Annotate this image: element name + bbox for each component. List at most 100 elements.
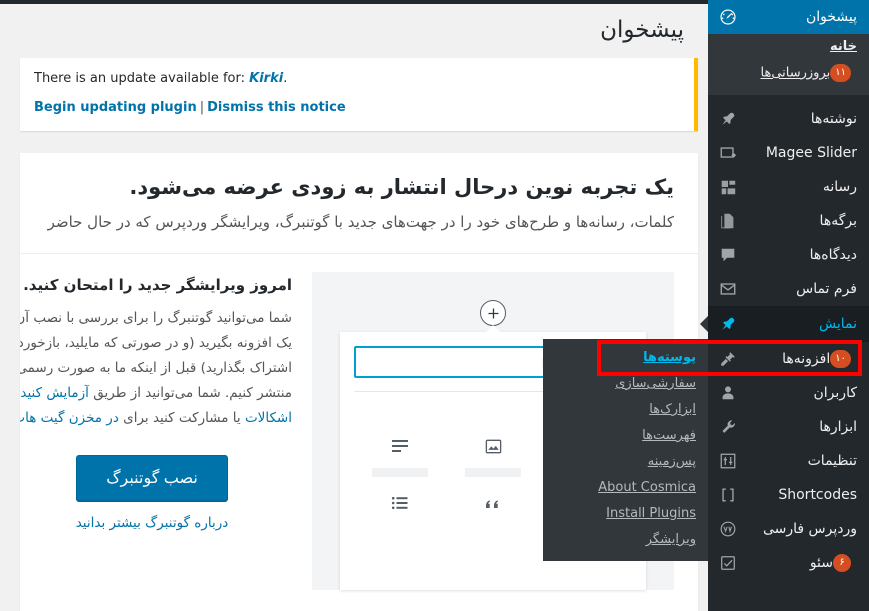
plugins-badge: ۱۰ bbox=[830, 350, 851, 368]
bugs-link[interactable]: اشکالات bbox=[245, 410, 292, 426]
sidebar-item-wp-persian[interactable]: وردپرس فارسی bbox=[708, 512, 869, 546]
sidebar-item-settings[interactable]: تنظیمات bbox=[708, 444, 869, 478]
body-line-2: یک افزونه بگیرید (و در صورتی که مایلید، … bbox=[20, 335, 292, 352]
appearance-flyout-submenu: پوسته‌ها سفارشی‌سازی ابزارک‌ها فهرست‌ها … bbox=[543, 339, 708, 561]
sidebar-item-plugins[interactable]: ۱۰افزونه‌ها bbox=[708, 342, 869, 376]
updates-badge: ۱۱ bbox=[830, 64, 851, 82]
shortcodes-icon bbox=[718, 485, 738, 505]
pin-icon bbox=[718, 109, 738, 129]
notice-separator: | bbox=[199, 99, 205, 115]
page-header: پیشخوان bbox=[0, 4, 708, 58]
sidebar-item-label: نوشته‌ها bbox=[810, 111, 857, 127]
slider-icon bbox=[718, 143, 738, 163]
tools-icon bbox=[718, 417, 738, 437]
comments-icon bbox=[718, 245, 738, 265]
sidebar-item-users[interactable]: کاربران bbox=[708, 376, 869, 410]
block-cell[interactable] bbox=[354, 491, 447, 534]
sidebar-item-seo[interactable]: ۶سئو bbox=[708, 546, 869, 580]
github-repo-link[interactable]: در مخزن گیت هاب bbox=[20, 410, 119, 426]
update-notice: . There is an update available for: Kirki… bbox=[20, 58, 698, 131]
list-block-icon bbox=[390, 491, 410, 515]
submenu-item-home[interactable]: خانه bbox=[708, 34, 869, 59]
panel-cta: نصب گوتنبرگ درباره گوتنبرگ بیشتر بدانید bbox=[20, 455, 292, 531]
learn-more-link[interactable]: درباره گوتنبرگ بیشتر بدانید bbox=[20, 515, 292, 531]
dashboard-submenu: خانه ۱۱بروزرسانی‌ها bbox=[708, 34, 869, 95]
block-label-bar bbox=[465, 468, 522, 478]
body-line-3: اشتراک بگذارید) قبل از اینکه ما به صورت … bbox=[20, 360, 292, 377]
add-block-icon[interactable] bbox=[480, 300, 506, 327]
sidebar-item-label: نمایش bbox=[818, 316, 857, 332]
users-icon bbox=[718, 383, 738, 403]
sidebar-item-label: پیشخوان bbox=[805, 9, 857, 25]
plugins-label-text: افزونه‌ها bbox=[782, 351, 831, 367]
quote-block-icon bbox=[483, 491, 503, 515]
block-label-bar bbox=[372, 468, 429, 478]
body-line-5-mid: یا مشارکت کنید برای bbox=[118, 410, 245, 427]
page-title: پیشخوان bbox=[600, 17, 684, 44]
sidebar-item-magee-slider[interactable]: Magee Slider bbox=[708, 136, 869, 170]
settings-icon bbox=[718, 451, 738, 471]
sidebar-item-label: ۶سئو bbox=[738, 554, 857, 572]
panel-subheading: کلمات، رسانه‌ها و طرح‌های خود را در جهت‌… bbox=[47, 212, 674, 231]
try-it-link[interactable]: آزمایش کنید bbox=[20, 385, 89, 401]
panel-body-text: شما می‌توانید گوتنبرگ را برای بررسی با ن… bbox=[20, 306, 292, 431]
install-gutenberg-button[interactable]: نصب گوتنبرگ bbox=[76, 455, 228, 502]
seo-badge: ۶ bbox=[833, 554, 851, 572]
sidebar-item-contact-form[interactable]: فرم تماس bbox=[708, 272, 869, 306]
sidebar-item-shortcodes[interactable]: Shortcodes bbox=[708, 478, 869, 512]
sidebar-item-media[interactable]: رسانه bbox=[708, 170, 869, 204]
flyout-item-customize[interactable]: سفارشی‌سازی bbox=[543, 371, 708, 397]
flyout-item-widgets[interactable]: ابزارک‌ها bbox=[543, 397, 708, 423]
flyout-item-menus[interactable]: فهرست‌ها bbox=[543, 423, 708, 449]
sidebar-item-pages[interactable]: برگه‌ها bbox=[708, 204, 869, 238]
menu-separator bbox=[708, 95, 869, 102]
sidebar-item-label: Shortcodes bbox=[778, 487, 857, 503]
sidebar-item-label: ۱۰افزونه‌ها bbox=[738, 350, 857, 368]
flyout-item-background[interactable]: پس‌زمینه bbox=[543, 449, 708, 475]
sidebar-item-label: دیدگاه‌ها bbox=[809, 247, 857, 263]
block-cell[interactable] bbox=[447, 434, 540, 478]
notice-message: . There is an update available for: Kirki bbox=[34, 69, 680, 90]
notice-message-suffix: . bbox=[283, 71, 288, 86]
sidebar-item-appearance[interactable]: نمایش bbox=[700, 306, 869, 342]
sidebar-item-label: رسانه bbox=[822, 179, 857, 195]
open-menu-arrow bbox=[700, 316, 708, 332]
sidebar-item-label: کاربران bbox=[813, 385, 857, 401]
sidebar-item-label: تنظیمات bbox=[807, 453, 857, 469]
sidebar-item-tools[interactable]: ابزارها bbox=[708, 410, 869, 444]
sidebar-item-dashboard[interactable]: پیشخوان bbox=[700, 0, 869, 34]
sidebar-item-posts[interactable]: نوشته‌ها bbox=[708, 102, 869, 136]
sidebar-item-label: Magee Slider bbox=[765, 145, 857, 161]
body-line-4: منتشر کنیم. شما می‌توانید از طریق bbox=[88, 385, 292, 402]
pages-icon bbox=[718, 211, 738, 231]
dismiss-notice-link[interactable]: Dismiss this notice bbox=[207, 100, 346, 115]
admin-sidebar: پیشخوان خانه ۱۱بروزرسانی‌ها نوشته‌ها bbox=[700, 0, 869, 611]
appearance-icon bbox=[718, 314, 738, 334]
flyout-item-themes[interactable]: پوسته‌ها bbox=[543, 345, 708, 371]
panel-text-column: امروز ویرایشگر جدید را امتحان کنید. شما … bbox=[20, 272, 292, 590]
block-cell[interactable] bbox=[447, 491, 540, 534]
panel-column-title: امروز ویرایشگر جدید را امتحان کنید. bbox=[23, 276, 292, 295]
notice-plugin-name: Kirki bbox=[249, 71, 284, 86]
plugins-icon bbox=[718, 349, 738, 369]
panel-header: یک تجربه نوین درحال انتشار به زودی عرضه … bbox=[20, 153, 698, 255]
panel-heading: یک تجربه نوین درحال انتشار به زودی عرضه … bbox=[129, 174, 674, 199]
body-line-1: شما می‌توانید گوتنبرگ را برای بررسی با ن… bbox=[20, 310, 292, 327]
seo-icon bbox=[718, 553, 738, 573]
begin-updating-plugin-link[interactable]: Begin updating plugin bbox=[34, 100, 197, 115]
block-cell[interactable] bbox=[354, 434, 447, 478]
current-menu-arrow bbox=[700, 9, 708, 25]
submenu-item-updates-label: بروزرسانی‌ها bbox=[760, 65, 831, 81]
sidebar-item-label: وردپرس فارسی bbox=[762, 521, 857, 537]
sidebar-item-comments[interactable]: دیدگاه‌ها bbox=[708, 238, 869, 272]
screen-root: پیشخوان . There is an update available fo… bbox=[0, 0, 869, 611]
flyout-item-install-plugins[interactable]: Install Plugins bbox=[543, 501, 708, 527]
submenu-item-updates[interactable]: ۱۱بروزرسانی‌ها bbox=[708, 59, 869, 87]
seo-label-text: سئو bbox=[809, 555, 833, 571]
sidebar-item-label: ابزارها bbox=[819, 419, 857, 435]
flyout-item-editor[interactable]: ویرایشگر bbox=[543, 527, 708, 553]
flyout-item-about-cosmica[interactable]: About Cosmica bbox=[543, 475, 708, 501]
notice-actions: Begin updating plugin | Dismiss this notic… bbox=[34, 98, 680, 119]
mail-icon bbox=[718, 279, 738, 299]
sidebar-item-label: برگه‌ها bbox=[819, 213, 857, 229]
